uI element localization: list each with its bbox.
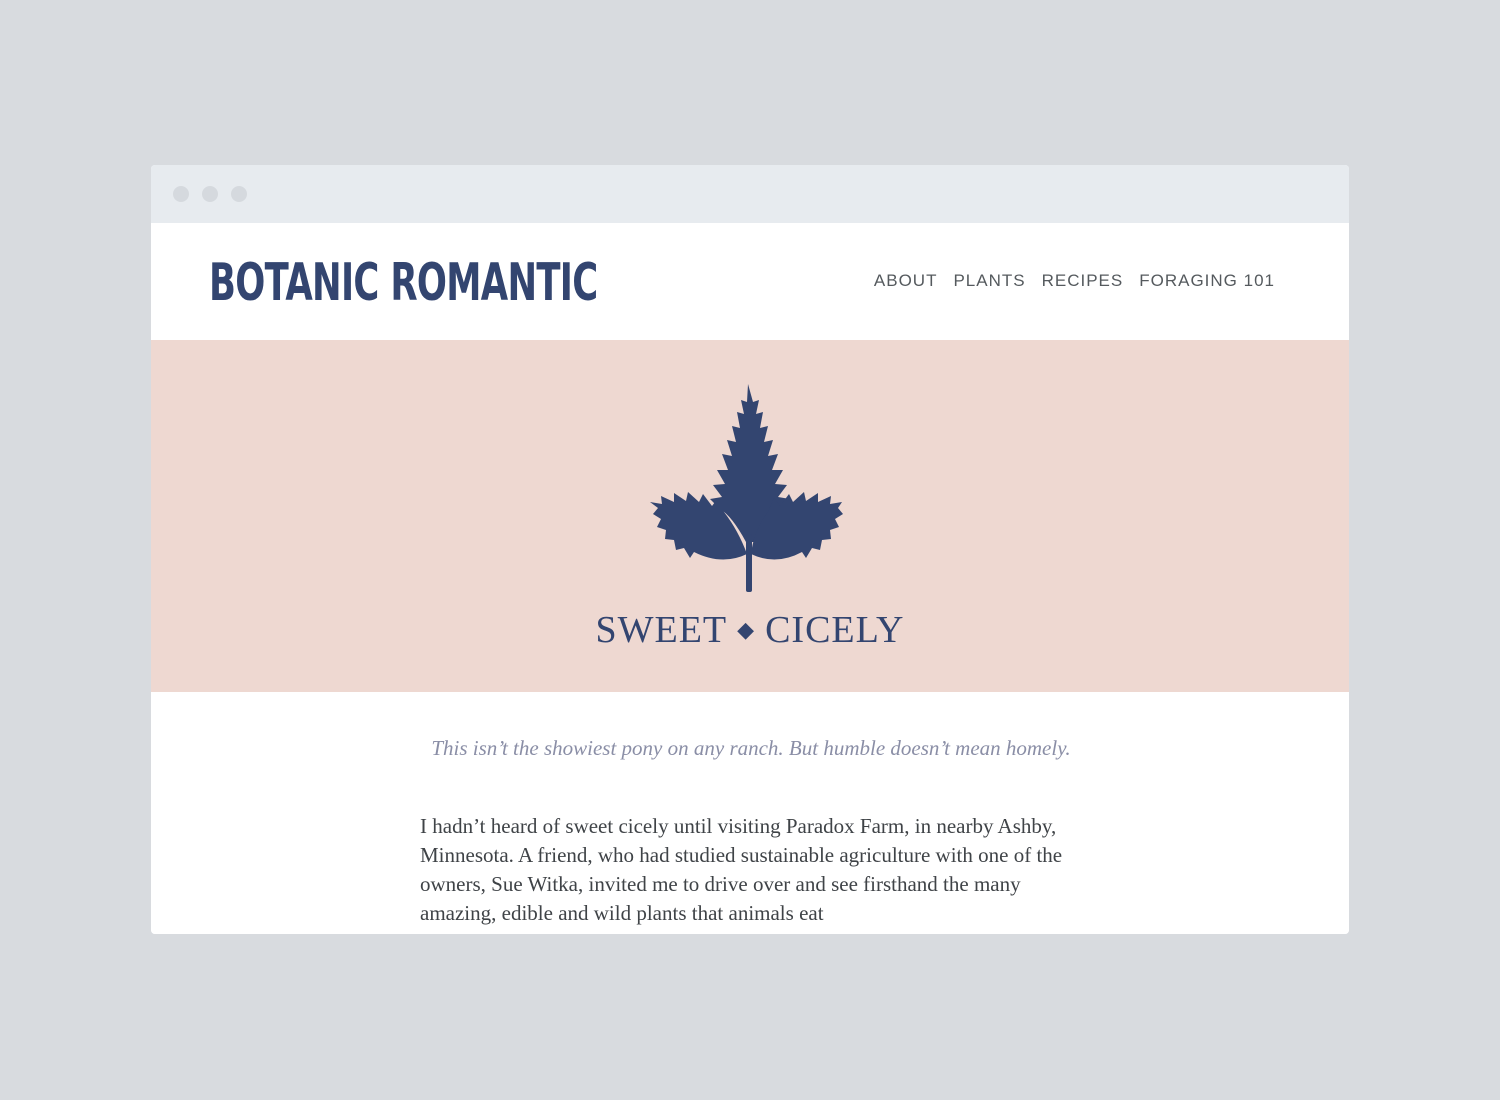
nav-item-recipes[interactable]: RECIPES: [1042, 271, 1124, 291]
title-word-sweet: SWEET: [595, 609, 728, 651]
window-control-dot[interactable]: [173, 186, 189, 202]
nav-item-about[interactable]: ABOUT: [874, 271, 938, 291]
site-header: BOTANIC ROMANTIC ABOUT PLANTS RECIPES FO…: [151, 223, 1349, 340]
window-control-dot[interactable]: [231, 186, 247, 202]
leaf-icon: [650, 384, 843, 592]
diamond-separator-icon: ◆: [737, 617, 756, 642]
article-lede: This isn’t the showiest pony on any ranc…: [431, 736, 1071, 760]
browser-window: BOTANIC ROMANTIC ABOUT PLANTS RECIPES FO…: [151, 165, 1349, 934]
nav-item-plants[interactable]: PLANTS: [953, 271, 1025, 291]
main-nav: ABOUT PLANTS RECIPES FORAGING 101: [874, 271, 1275, 291]
nav-item-foraging-101[interactable]: FORAGING 101: [1139, 271, 1275, 291]
window-control-dot[interactable]: [202, 186, 218, 202]
title-word-cicely: CICELY: [765, 609, 905, 651]
article-body: I hadn’t heard of sweet cicely until vis…: [420, 814, 1063, 925]
article-content: This isn’t the showiest pony on any ranc…: [151, 692, 1349, 934]
hero-banner: SWEET ◆ CICELY: [151, 340, 1349, 692]
site-logo[interactable]: BOTANIC ROMANTIC: [209, 254, 598, 312]
page-title: SWEET ◆ CICELY: [151, 608, 1349, 652]
window-titlebar: [151, 165, 1349, 223]
